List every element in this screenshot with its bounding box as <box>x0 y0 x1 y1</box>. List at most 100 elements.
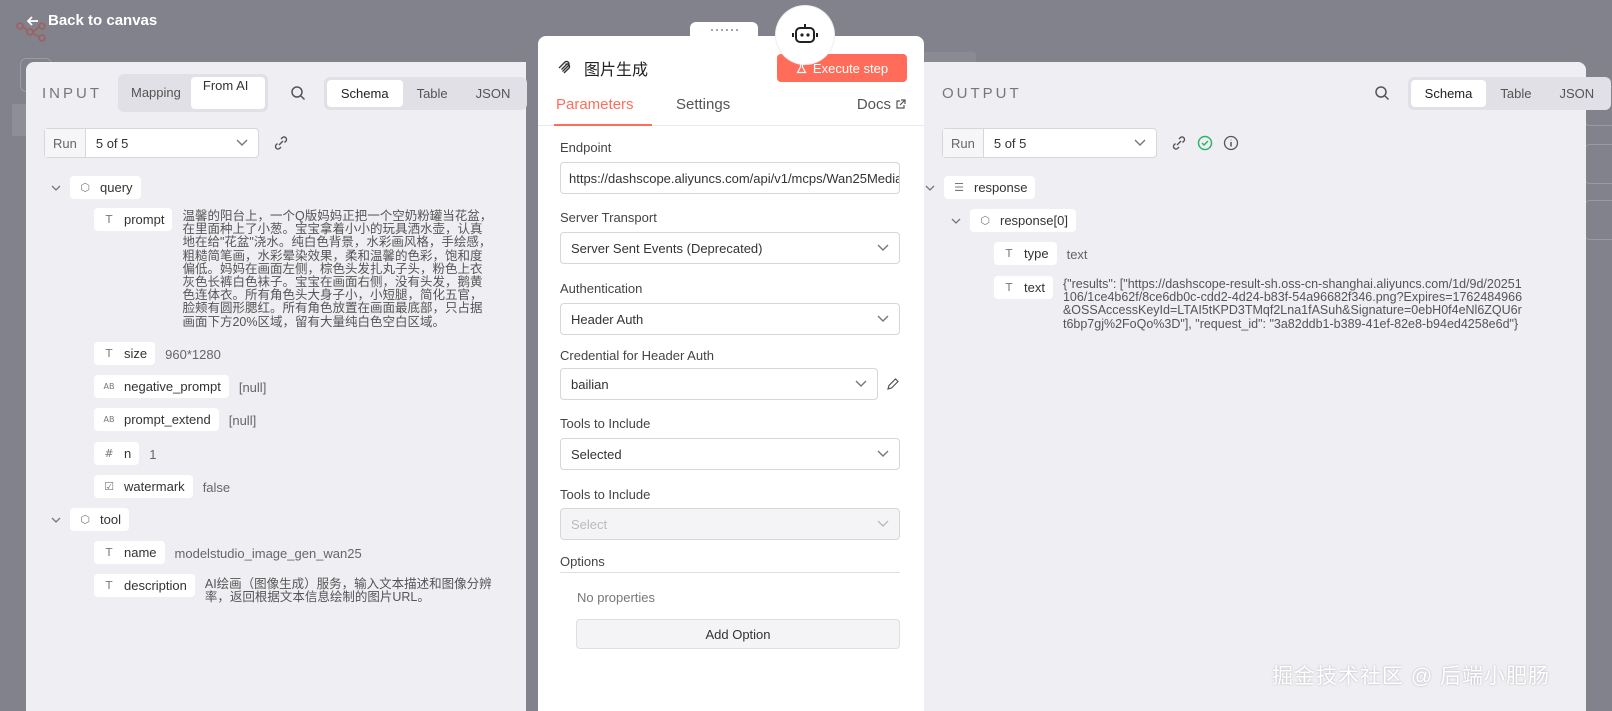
authentication-select[interactable]: Header Auth <box>560 303 900 335</box>
size-key-label: size <box>124 346 148 361</box>
flask-icon <box>796 62 807 73</box>
back-to-canvas-link[interactable]: Back to canvas <box>26 12 157 29</box>
credential-select[interactable]: bailian <box>560 368 878 400</box>
tree-node-watermark: ☑ watermark false <box>94 475 230 498</box>
tree-node-n: # n 1 <box>94 442 156 465</box>
chevron-down-icon <box>236 139 248 146</box>
endpoint-input[interactable]: https://dashscope.aliyuncs.com/api/v1/mc… <box>560 162 900 194</box>
input-run-select[interactable]: Run 5 of 5 <box>44 128 259 158</box>
output-run-select[interactable]: Run 5 of 5 <box>942 128 1157 158</box>
type-value: text <box>1066 247 1088 262</box>
server-transport-select[interactable]: Server Sent Events (Deprecated) <box>560 232 900 264</box>
add-option-button[interactable]: Add Option <box>576 619 900 649</box>
prompt-extend-key-label: prompt_extend <box>124 412 211 427</box>
input-run-label: Run <box>45 129 86 157</box>
response-key: ☰ response <box>944 176 1036 199</box>
node-header: 图片生成 <box>556 56 648 80</box>
object-icon: ⬡ <box>80 513 90 526</box>
output-search-icon[interactable] <box>1374 83 1390 103</box>
response-0-key: ⬡ response[0] <box>970 209 1076 232</box>
canvas-side-control <box>1584 144 1612 184</box>
authentication-value: Header Auth <box>571 311 644 327</box>
text-type-icon: T <box>105 579 113 592</box>
output-tab-schema[interactable]: Schema <box>1410 79 1487 107</box>
collapse-chevron-icon[interactable] <box>50 514 62 526</box>
tree-node-text: Ttext {"results": ["https://dashscope-re… <box>994 276 1523 331</box>
no-properties-text: No properties <box>577 590 656 605</box>
output-run-value: 5 of 5 <box>993 135 1027 151</box>
canvas-side-control <box>1584 200 1612 240</box>
object-icon: ⬡ <box>980 214 990 227</box>
tab-parameters[interactable]: Parameters <box>556 96 634 113</box>
negative-prompt-key: AB negative_prompt <box>94 375 229 398</box>
name-key: Tname <box>94 541 165 564</box>
query-key-label: query <box>100 180 133 195</box>
text-type-icon: T <box>1005 281 1013 294</box>
chevron-down-icon <box>877 450 889 457</box>
boolean-type-icon: ☑ <box>104 480 114 493</box>
chevron-down-icon <box>877 244 889 251</box>
input-panel-header: INPUT Mapping From AI Schema Table JSON <box>42 74 528 112</box>
text-type-icon: T <box>105 347 113 360</box>
canvas-strip <box>12 104 26 136</box>
tree-node-negative-prompt: AB negative_prompt [null] <box>94 375 266 398</box>
input-mode-toggle: Mapping From AI <box>118 74 268 112</box>
edit-credential-icon[interactable] <box>884 375 902 393</box>
tools-include-placeholder-2: Select <box>571 516 608 532</box>
options-divider <box>560 572 900 573</box>
back-label: Back to canvas <box>48 12 158 29</box>
prompt-extend-value: [null] <box>228 413 257 428</box>
prompt-key-label: prompt <box>124 212 165 227</box>
output-panel-title: OUTPUT <box>942 84 1022 102</box>
prompt-extend-key: AB prompt_extend <box>94 408 219 431</box>
n-key: # n <box>94 442 140 465</box>
chevron-down-icon <box>877 520 889 527</box>
node-parameters-card: 图片生成 Execute step Parameters Settings Do… <box>538 36 924 711</box>
watermark-key-label: watermark <box>124 479 185 494</box>
prompt-key: Tprompt <box>94 208 173 231</box>
output-panel: OUTPUT Schema Table JSON Run 5 of 5 ☰ re… <box>900 62 1612 711</box>
mode-mapping[interactable]: Mapping <box>121 77 191 109</box>
description-value: AI绘画（图像生成）服务，输入文本描述和图像分辨率，返回根据文本信息绘制的图片U… <box>204 577 492 605</box>
input-run-value: 5 of 5 <box>95 135 129 151</box>
response-key-label: response <box>974 180 1028 195</box>
prompt-value: 温馨的阳台上，一个Q版妈妈正把一个空奶粉罐当花盆，在里面种上了小葱。宝宝拿着小小… <box>182 209 493 329</box>
input-tab-schema[interactable]: Schema <box>326 79 403 107</box>
node-title: 图片生成 <box>584 62 649 79</box>
mcp-tool-icon <box>558 60 571 74</box>
robot-icon <box>792 24 818 43</box>
execute-step-label: Execute step <box>812 60 889 76</box>
link-runs-icon[interactable] <box>273 135 289 151</box>
input-view-tabs: Schema Table JSON <box>323 76 528 110</box>
text-type-icon: T <box>1005 247 1013 260</box>
tree-node-tool: ⬡ tool <box>50 508 129 531</box>
output-panel-header: OUTPUT Schema Table JSON <box>942 76 1612 110</box>
info-icon[interactable] <box>1223 135 1239 151</box>
success-check-icon <box>1197 135 1213 151</box>
tool-key: ⬡ tool <box>70 508 129 531</box>
input-tab-table[interactable]: Table <box>403 80 462 107</box>
output-run-label: Run <box>943 129 984 157</box>
authentication-label: Authentication <box>560 281 643 296</box>
watermark-text: 掘金技术社区 @ 后端小肥肠 <box>1272 665 1550 688</box>
collapse-chevron-icon[interactable] <box>950 215 962 227</box>
null-type-icon: AB <box>103 415 115 424</box>
size-key: Tsize <box>94 342 156 365</box>
response-0-key-label: response[0] <box>1000 213 1068 228</box>
collapse-chevron-icon[interactable] <box>924 182 936 194</box>
tree-node-description: Tdescription AI绘画（图像生成）服务，输入文本描述和图像分辨率，返… <box>94 574 495 604</box>
input-search-icon[interactable] <box>290 83 306 103</box>
mode-from-ai[interactable]: From AI <box>190 77 265 109</box>
tools-include-select-1[interactable]: Selected <box>560 438 900 470</box>
docs-link[interactable]: Docs <box>857 96 906 113</box>
tree-node-query: ⬡ query <box>50 176 141 199</box>
tab-settings[interactable]: Settings <box>676 96 730 113</box>
object-icon: ⬡ <box>80 181 90 194</box>
output-tab-json[interactable]: JSON <box>1545 80 1608 107</box>
link-runs-icon[interactable] <box>1171 135 1187 151</box>
chevron-down-icon <box>1134 139 1146 146</box>
input-panel-title: INPUT <box>42 84 102 102</box>
input-tab-json[interactable]: JSON <box>462 80 525 107</box>
collapse-chevron-icon[interactable] <box>50 182 62 194</box>
output-tab-table[interactable]: Table <box>1486 80 1545 107</box>
